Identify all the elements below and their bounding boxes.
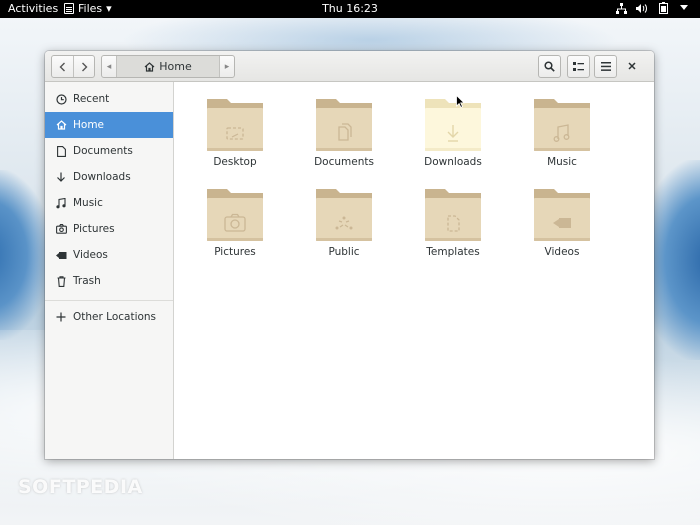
search-button[interactable]	[538, 55, 561, 78]
network-icon[interactable]	[615, 2, 627, 14]
folder-icon	[206, 96, 264, 152]
close-icon	[628, 62, 636, 70]
folder-icon	[533, 186, 591, 242]
home-icon	[144, 61, 155, 72]
sidebar-item-label: Recent	[73, 93, 110, 105]
folder-label: Documents	[314, 156, 374, 168]
folder-documents[interactable]: Documents	[294, 82, 394, 168]
folder-view: Desktop Documents Downloads Music Pictures Pu…	[175, 82, 654, 459]
home-icon	[55, 119, 67, 131]
clock[interactable]: Thu 16:23	[322, 2, 378, 15]
folder-music[interactable]: Music	[512, 82, 612, 168]
header-bar: ◂ Home ▸	[45, 51, 654, 82]
view-options-button[interactable]	[567, 55, 590, 78]
chevron-left-icon	[59, 62, 65, 71]
folder-templates[interactable]: Templates	[403, 172, 503, 258]
sidebar-divider	[45, 300, 173, 301]
back-button[interactable]	[52, 56, 73, 77]
clock-icon	[55, 93, 67, 105]
sidebar-item-recent[interactable]: Recent	[45, 86, 173, 112]
top-bar: Activities Files ▾ Thu 16:23	[0, 0, 700, 18]
sidebar-item-label: Music	[73, 197, 103, 209]
caret-down-icon: ▾	[106, 2, 112, 15]
trash-icon	[55, 275, 67, 287]
sidebar-item-label: Pictures	[73, 223, 115, 235]
power-menu-icon[interactable]	[678, 2, 690, 14]
folder-videos[interactable]: Videos	[512, 172, 612, 258]
path-bar: ◂ Home ▸	[101, 55, 235, 78]
path-scroll-right[interactable]: ▸	[220, 56, 234, 77]
menu-button[interactable]	[594, 55, 617, 78]
plus-icon	[55, 311, 67, 323]
forward-button[interactable]	[73, 56, 94, 77]
system-tray[interactable]	[615, 2, 690, 14]
folder-icon	[206, 186, 264, 242]
sidebar-item-downloads[interactable]: Downloads	[45, 164, 173, 190]
app-menu-label: Files	[78, 2, 103, 15]
watermark-logo: SOFTPEDIA	[18, 476, 143, 498]
folder-desktop[interactable]: Desktop	[185, 82, 285, 168]
sidebar-item-trash[interactable]: Trash	[45, 268, 173, 294]
sidebar-item-home[interactable]: Home	[45, 112, 173, 138]
sidebar-item-videos[interactable]: Videos	[45, 242, 173, 268]
folder-icon	[315, 96, 373, 152]
folder-icon	[424, 96, 482, 152]
volume-icon[interactable]	[636, 2, 648, 14]
sidebar-item-pictures[interactable]: Pictures	[45, 216, 173, 242]
files-window: ◂ Home ▸ Recent Home Documents Downloads…	[45, 51, 654, 459]
music-icon	[55, 197, 67, 209]
sidebar-item-other-locations[interactable]: Other Locations	[45, 304, 173, 330]
sidebar-item-label: Downloads	[73, 171, 131, 183]
folder-label: Templates	[426, 246, 480, 258]
chevron-right-icon	[81, 62, 87, 71]
folder-icon	[424, 186, 482, 242]
folder-icon	[315, 186, 373, 242]
places-sidebar: Recent Home Documents Downloads Music Pi…	[45, 82, 174, 459]
activities-button[interactable]: Activities	[8, 2, 58, 15]
list-view-icon	[573, 61, 584, 71]
close-window-button[interactable]	[625, 59, 639, 73]
search-icon	[544, 61, 555, 72]
breadcrumb-home[interactable]: Home	[116, 56, 220, 77]
folder-label: Music	[547, 156, 577, 168]
folder-pictures[interactable]: Pictures	[185, 172, 285, 258]
folder-label: Public	[328, 246, 360, 258]
folder-label: Videos	[544, 246, 580, 258]
folder-label: Downloads	[424, 156, 482, 168]
camera-icon	[55, 223, 67, 235]
breadcrumb-label: Home	[159, 60, 192, 73]
battery-icon[interactable]	[657, 2, 669, 14]
sidebar-item-music[interactable]: Music	[45, 190, 173, 216]
files-app-icon	[64, 3, 74, 14]
sidebar-item-label: Documents	[73, 145, 133, 157]
hamburger-icon	[600, 62, 611, 71]
video-icon	[55, 249, 67, 261]
path-scroll-left[interactable]: ◂	[102, 56, 116, 77]
folder-icon	[533, 96, 591, 152]
download-icon	[55, 171, 67, 183]
sidebar-item-documents[interactable]: Documents	[45, 138, 173, 164]
sidebar-item-label: Trash	[73, 275, 101, 287]
app-menu[interactable]: Files ▾	[64, 2, 112, 15]
folder-public[interactable]: Public	[294, 172, 394, 258]
mouse-pointer	[456, 95, 465, 108]
folder-label: Pictures	[214, 246, 256, 258]
sidebar-item-label: Home	[73, 119, 105, 131]
navigation-buttons	[51, 55, 95, 78]
document-icon	[55, 145, 67, 157]
folder-label: Desktop	[213, 156, 257, 168]
sidebar-item-label: Other Locations	[73, 311, 157, 323]
folder-downloads[interactable]: Downloads	[403, 82, 503, 168]
sidebar-item-label: Videos	[73, 249, 108, 261]
